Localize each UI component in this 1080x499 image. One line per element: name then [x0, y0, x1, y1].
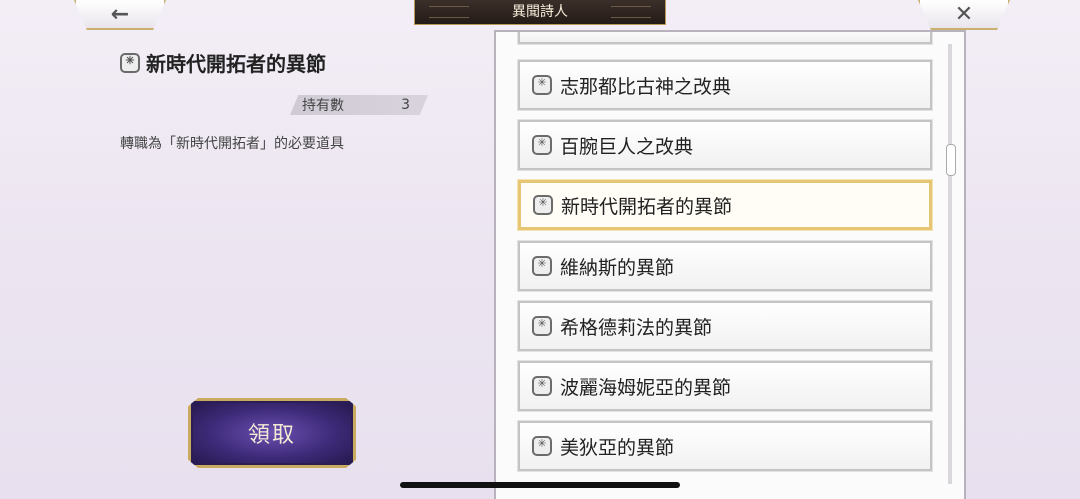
book-icon [532, 376, 552, 396]
back-arrow-icon: ← [110, 1, 130, 27]
item-list-panel[interactable]: 志那都比古神之改典 百腕巨人之改典 新時代開拓者的異節 維納斯的異節 希格德莉法… [494, 30, 966, 499]
list-item-label: 希格德莉法的異節 [560, 316, 713, 339]
list-item-selected[interactable]: 新時代開拓者的異節 [517, 179, 933, 231]
list-item-label: 新時代開拓者的異節 [561, 195, 733, 218]
book-icon [532, 75, 552, 95]
claim-button[interactable]: 領取 [188, 398, 356, 468]
item-detail-title: 新時代開拓者的異節 [120, 48, 326, 77]
item-description: 轉職為「新時代開拓者」的必要道具 [120, 136, 344, 152]
book-icon [532, 256, 552, 276]
book-icon [120, 52, 140, 73]
book-icon [532, 436, 552, 456]
list-item[interactable]: 波麗海姆妮亞的異節 [517, 360, 933, 412]
list-item[interactable]: 維納斯的異節 [517, 240, 933, 292]
list-item[interactable]: 美狄亞的異節 [517, 420, 933, 472]
home-indicator[interactable] [400, 482, 680, 488]
page-title-plate: 異聞詩人 [414, 0, 666, 25]
scrollbar-thumb[interactable] [946, 144, 956, 176]
list-item-label: 波麗海姆妮亞的異節 [560, 376, 732, 399]
list-item-label: 美狄亞的異節 [560, 436, 675, 459]
close-icon: ✕ [954, 1, 974, 27]
quantity-value: 3 [401, 97, 410, 113]
scrollbar-track[interactable] [948, 44, 952, 484]
claim-button-label: 領取 [247, 423, 296, 448]
list-item-label: 百腕巨人之改典 [560, 135, 694, 158]
book-icon [533, 195, 553, 215]
list-item[interactable]: 志那都比古神之改典 [517, 59, 933, 111]
book-icon [532, 135, 552, 155]
item-name: 新時代開拓者的異節 [146, 52, 326, 76]
list-item-label: 志那都比古神之改典 [560, 75, 732, 98]
back-button[interactable]: ← [74, 0, 166, 30]
quantity-bar: 持有數 3 [290, 95, 428, 115]
list-item[interactable] [517, 32, 933, 45]
list-item[interactable]: 百腕巨人之改典 [517, 119, 933, 171]
quantity-label: 持有數 [302, 98, 344, 114]
list-item-label: 維納斯的異節 [560, 256, 675, 279]
title-decoration-left [429, 6, 469, 18]
title-decoration-right [611, 6, 651, 18]
close-button[interactable]: ✕ [918, 0, 1010, 30]
book-icon [532, 316, 552, 336]
page-title: 異聞詩人 [512, 4, 568, 20]
list-item[interactable]: 希格德莉法的異節 [517, 300, 933, 352]
